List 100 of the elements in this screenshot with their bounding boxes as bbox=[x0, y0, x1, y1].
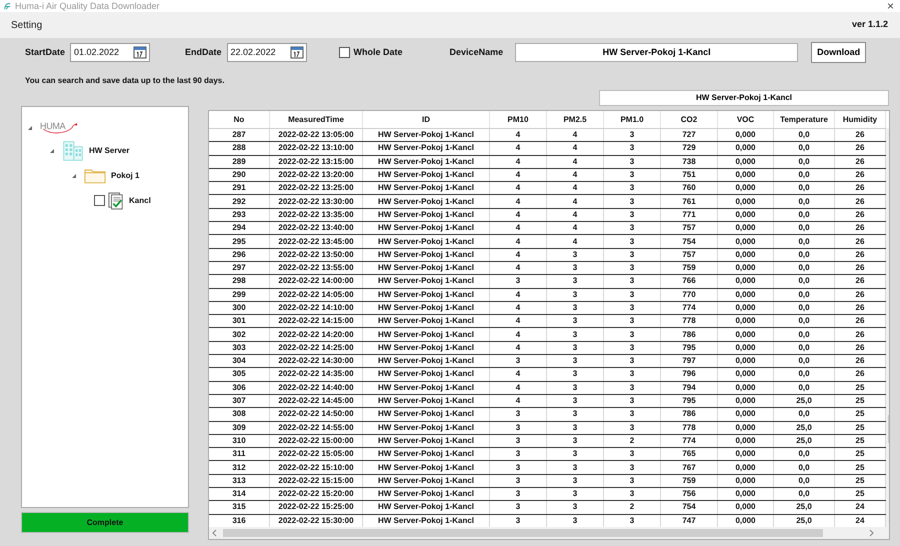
info-text: You can search and save data up to the last 90 days. bbox=[25, 76, 226, 86]
table-cell: 4 bbox=[490, 168, 546, 182]
table-cell: 754 bbox=[660, 500, 718, 514]
calendar-icon[interactable] bbox=[133, 45, 148, 59]
table-cell: 4 bbox=[490, 208, 546, 222]
column-header[interactable]: MeasuredTime bbox=[270, 111, 362, 128]
table-cell: 313 bbox=[209, 474, 270, 488]
table-cell: 778 bbox=[660, 421, 718, 434]
table-cell: 3 bbox=[604, 222, 660, 235]
table-cell: 2022-02-22 15:10:00 bbox=[270, 460, 362, 474]
table-cell: 3 bbox=[546, 288, 604, 302]
checkbox[interactable] bbox=[94, 195, 105, 206]
table-cell: HW Server-Pokoj 1-Kancl bbox=[362, 234, 490, 248]
calendar-icon[interactable] bbox=[290, 45, 304, 59]
column-header[interactable]: No bbox=[209, 111, 270, 128]
table-cell: 306 bbox=[209, 381, 270, 394]
table-cell: 2022-02-22 15:20:00 bbox=[270, 488, 362, 501]
table-cell: 0,000 bbox=[718, 408, 774, 422]
folder-icon bbox=[84, 167, 106, 184]
table-cell: HW Server-Pokoj 1-Kancl bbox=[362, 314, 490, 328]
table-cell: 4 bbox=[490, 261, 546, 275]
table-cell: 0,0 bbox=[774, 261, 834, 275]
close-button[interactable]: × bbox=[886, 0, 894, 12]
table-cell: 3 bbox=[546, 488, 604, 501]
table-cell: 4 bbox=[490, 128, 546, 142]
expand-triangle-icon[interactable] bbox=[28, 126, 32, 130]
column-header[interactable]: ID bbox=[362, 111, 490, 128]
table-cell: 2022-02-22 13:15:00 bbox=[270, 155, 362, 168]
table-cell: 2022-02-22 13:35:00 bbox=[270, 208, 362, 222]
table-cell: 2022-02-22 14:20:00 bbox=[270, 328, 362, 342]
table-cell: HW Server-Pokoj 1-Kancl bbox=[362, 341, 490, 355]
table-cell: HW Server-Pokoj 1-Kancl bbox=[362, 168, 490, 182]
tree-item[interactable]: Kancl bbox=[129, 196, 151, 205]
table-cell: 315 bbox=[209, 500, 270, 514]
table-cell: 3 bbox=[604, 261, 660, 275]
date-field[interactable]: 22.02.2022 bbox=[226, 42, 307, 62]
table-cell: 0,000 bbox=[718, 155, 774, 168]
date-field[interactable]: 01.02.2022 bbox=[70, 42, 150, 62]
table-cell: 287 bbox=[209, 128, 270, 142]
table-cell: 308 bbox=[209, 408, 270, 422]
table-cell: 727 bbox=[660, 128, 718, 142]
table-cell: 795 bbox=[660, 394, 718, 408]
table-cell: 3 bbox=[546, 460, 604, 474]
table-cell: 0,0 bbox=[774, 460, 834, 474]
table-cell: 299 bbox=[209, 288, 270, 302]
column-header[interactable]: PM10 bbox=[490, 111, 546, 128]
device-name-field[interactable]: HW Server-Pokoj 1-Kancl bbox=[515, 42, 798, 62]
table-cell: 3 bbox=[546, 408, 604, 422]
table-cell: 0,000 bbox=[718, 328, 774, 342]
table-cell: 0,0 bbox=[774, 488, 834, 501]
column-header[interactable]: Temperature bbox=[774, 111, 834, 128]
table-cell: 3 bbox=[604, 301, 660, 315]
column-header[interactable]: PM1.0 bbox=[604, 111, 660, 128]
window-title: Huma-i Air Quality Data Downloader bbox=[15, 1, 160, 11]
table-cell: 2022-02-22 15:15:00 bbox=[270, 474, 362, 488]
table-cell: 2022-02-22 14:25:00 bbox=[270, 341, 362, 355]
scrollbar-thumb[interactable] bbox=[223, 529, 823, 537]
table-cell: 0,000 bbox=[718, 421, 774, 434]
table-cell: 3 bbox=[604, 194, 660, 208]
column-header[interactable]: CO2 bbox=[660, 111, 718, 128]
checkbox[interactable] bbox=[338, 46, 350, 58]
table-cell: 0,000 bbox=[718, 434, 774, 448]
table-cell: HW Server-Pokoj 1-Kancl bbox=[362, 500, 490, 514]
table-cell: 300 bbox=[209, 301, 270, 315]
table-cell: 0,0 bbox=[774, 301, 834, 315]
tree-item[interactable]: HW Server bbox=[89, 146, 130, 155]
table-cell: 0,000 bbox=[718, 261, 774, 275]
table-cell: 0,0 bbox=[774, 368, 834, 382]
column-header[interactable]: Humidity bbox=[834, 111, 886, 128]
table-cell: 3 bbox=[546, 394, 604, 408]
table-cell: HW Server-Pokoj 1-Kancl bbox=[362, 448, 490, 461]
table-cell: 4 bbox=[490, 222, 546, 235]
table-cell: 797 bbox=[660, 354, 718, 368]
expand-triangle-icon[interactable] bbox=[72, 174, 76, 178]
download-button[interactable]: Download bbox=[811, 42, 866, 62]
table-cell: 4 bbox=[546, 168, 604, 182]
expand-triangle-icon[interactable] bbox=[50, 148, 54, 152]
table-cell: 0,0 bbox=[774, 128, 834, 142]
menu-item[interactable]: Setting bbox=[11, 20, 42, 30]
table-cell: 0,0 bbox=[774, 448, 834, 461]
table-cell: 310 bbox=[209, 434, 270, 448]
table-cell: 3 bbox=[490, 274, 546, 288]
table-cell: 0,0 bbox=[774, 142, 834, 156]
table-cell: 4 bbox=[490, 301, 546, 315]
tree-item[interactable]: Pokoj 1 bbox=[111, 171, 140, 180]
table-cell: 3 bbox=[604, 394, 660, 408]
table-cell: 3 bbox=[546, 274, 604, 288]
table-cell: 754 bbox=[660, 234, 718, 248]
table-cell: 4 bbox=[546, 208, 604, 222]
table-cell: 2 bbox=[604, 500, 660, 514]
table-cell: HW Server-Pokoj 1-Kancl bbox=[362, 142, 490, 156]
table-cell: 2 bbox=[604, 434, 660, 448]
table-cell: 795 bbox=[660, 341, 718, 355]
table-cell: 0,000 bbox=[718, 368, 774, 382]
table-cell: 3 bbox=[604, 421, 660, 434]
table-cell: 3 bbox=[604, 182, 660, 195]
column-header[interactable]: PM2.5 bbox=[546, 111, 604, 128]
table-cell: 2022-02-22 14:35:00 bbox=[270, 368, 362, 382]
table-cell: 25,0 bbox=[774, 394, 834, 408]
column-header[interactable]: VOC bbox=[718, 111, 774, 128]
